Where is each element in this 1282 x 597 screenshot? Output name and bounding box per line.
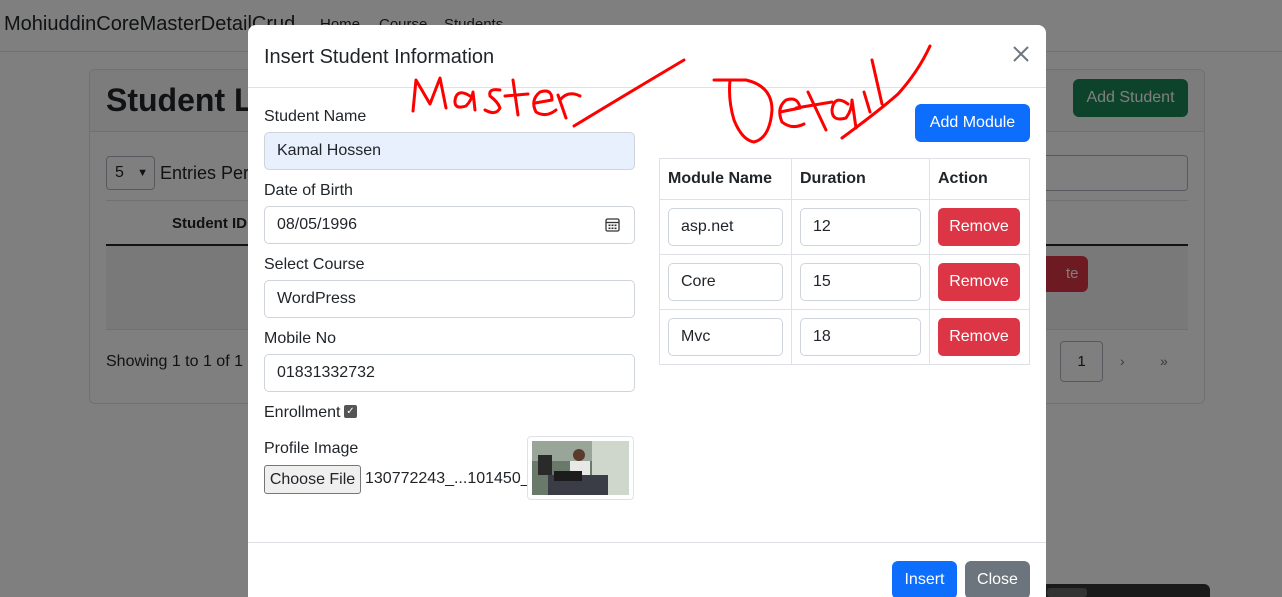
column-duration: Duration <box>791 158 930 200</box>
profile-photo <box>532 441 629 495</box>
remove-button[interactable]: Remove <box>938 263 1020 301</box>
column-module-name: Module Name <box>659 158 792 200</box>
duration-input[interactable]: 15 <box>800 263 921 301</box>
mobile-input[interactable]: 01831332732 <box>264 354 635 392</box>
insert-button[interactable]: Insert <box>892 561 957 597</box>
module-name-input[interactable]: Mvc <box>668 318 783 356</box>
modal-title: Insert Student Information <box>264 46 495 68</box>
duration-input[interactable]: 18 <box>800 318 921 356</box>
student-name-input[interactable]: Kamal Hossen <box>264 132 635 170</box>
checkbox-checked-icon[interactable]: ✓ <box>344 405 357 418</box>
bottom-overlay-handle <box>1047 588 1087 597</box>
dob-input[interactable]: 08/05/1996 <box>264 206 635 244</box>
table-row: Core 15 Remove <box>659 254 1030 310</box>
remove-button[interactable]: Remove <box>938 208 1020 246</box>
modal-header: Insert Student Information <box>248 25 1046 88</box>
column-action: Action <box>929 158 1030 200</box>
choose-file-button[interactable]: Choose File <box>264 465 361 494</box>
module-name-input[interactable]: asp.net <box>668 208 783 246</box>
insert-student-modal: Insert Student Information Student Name … <box>248 25 1046 597</box>
profile-image-label: Profile Image <box>264 440 359 457</box>
duration-input[interactable]: 12 <box>800 208 921 246</box>
table-row: Mvc 18 Remove <box>659 309 1030 365</box>
course-select[interactable]: WordPress <box>264 280 635 318</box>
modal-footer: Insert Close <box>248 542 1046 597</box>
remove-button[interactable]: Remove <box>938 318 1020 356</box>
close-icon[interactable] <box>1010 43 1032 65</box>
course-label: Select Course <box>264 256 365 273</box>
add-module-button[interactable]: Add Module <box>915 104 1030 142</box>
profile-image-preview <box>527 436 634 500</box>
modules-table: Module Name Duration Action asp.net 12 R… <box>659 158 1030 365</box>
table-row: asp.net 12 Remove <box>659 199 1030 255</box>
module-name-input[interactable]: Core <box>668 263 783 301</box>
enrollment-label: Enrollment <box>264 404 341 421</box>
close-button[interactable]: Close <box>965 561 1030 597</box>
calendar-icon[interactable] <box>605 217 620 232</box>
mobile-label: Mobile No <box>264 330 337 347</box>
selected-file-name: 130772243_...101450_n <box>365 470 527 487</box>
student-name-label: Student Name <box>264 108 367 125</box>
dob-label: Date of Birth <box>264 182 353 199</box>
dob-value: 08/05/1996 <box>277 216 358 233</box>
